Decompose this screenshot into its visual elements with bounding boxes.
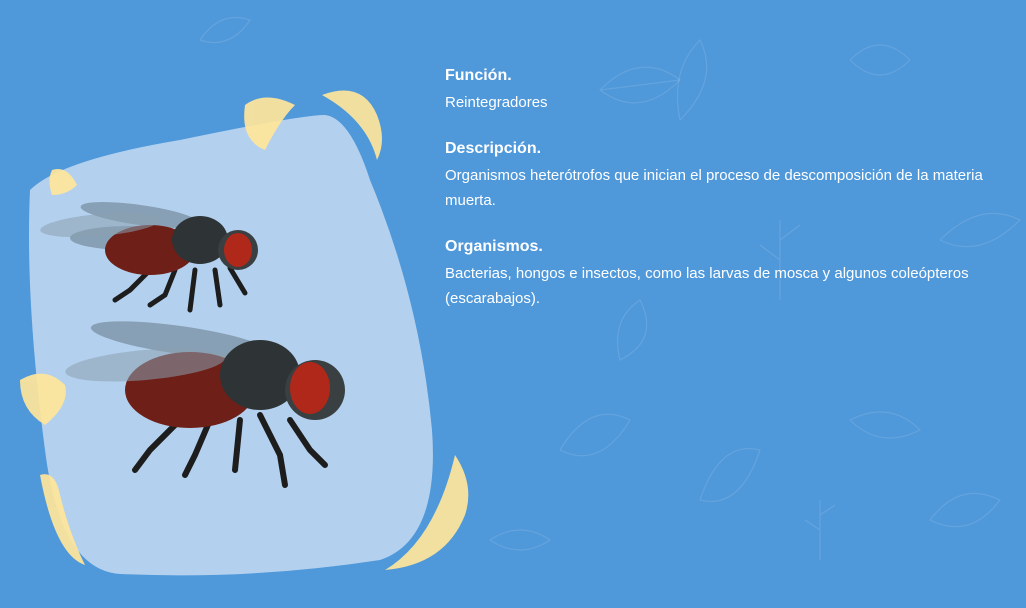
section-text: Bacterias, hongos e insectos, como las l…	[445, 265, 969, 307]
section-text: Organismos heterótrofos que inician el p…	[445, 167, 983, 209]
section-organismos: Organismos. Bacterias, hongos e insectos…	[445, 237, 985, 311]
section-text: Reintegradores	[445, 94, 548, 111]
section-title: Descripción.	[445, 140, 542, 157]
section-title: Función.	[445, 67, 512, 84]
section-descripcion: Descripción. Organismos heterótrofos que…	[445, 139, 985, 213]
flies-illustration	[20, 90, 469, 576]
section-title: Organismos.	[445, 238, 543, 255]
section-funcion: Función. Reintegradores	[445, 66, 985, 115]
info-content: Función. Reintegradores Descripción. Org…	[445, 66, 985, 335]
